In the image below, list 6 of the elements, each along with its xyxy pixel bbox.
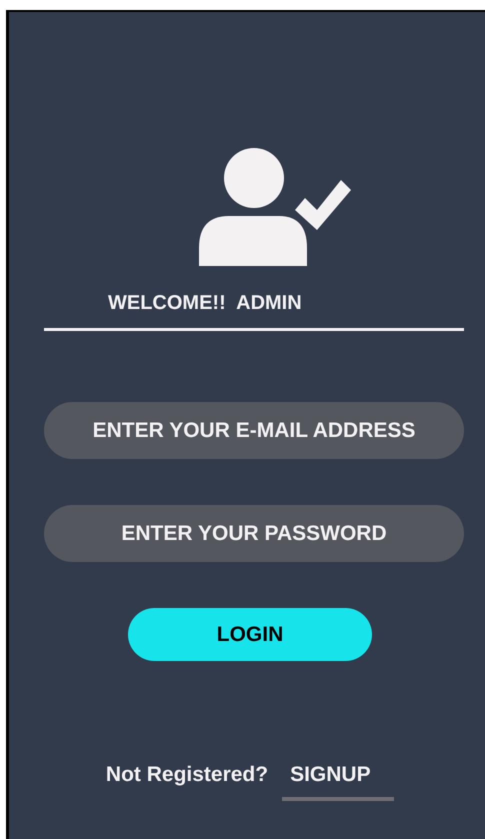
not-registered-text: Not Registered? xyxy=(106,762,268,788)
signup-link[interactable]: SIGNUP xyxy=(282,759,394,800)
input-field[interactable]: ENTER YOUR E-MAIL ADDRESS xyxy=(44,402,464,459)
login-button[interactable]: LOGIN xyxy=(128,608,372,661)
welcome-heading: WELCOME!! ADMIN xyxy=(108,292,302,314)
input-field[interactable]: ENTER YOUR PASSWORD xyxy=(44,505,464,562)
